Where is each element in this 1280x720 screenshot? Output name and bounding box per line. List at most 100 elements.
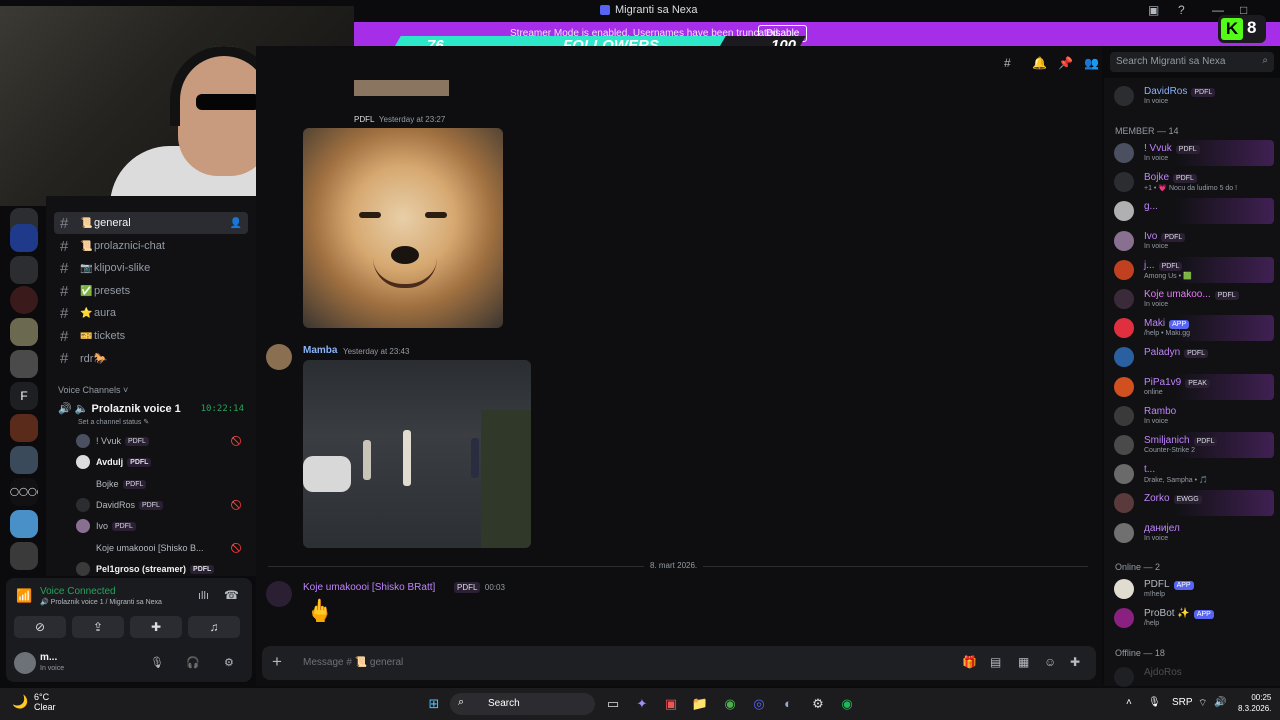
server-icon[interactable]: [10, 224, 38, 252]
member-item[interactable]: PDFL APP m!help: [1110, 576, 1274, 602]
steam-icon[interactable]: ◐: [779, 695, 797, 713]
threads-icon[interactable]: #: [1004, 56, 1011, 70]
wifi-icon[interactable]: ⌔: [1198, 697, 1207, 710]
tray-chevron-icon[interactable]: ˄: [1126, 697, 1132, 708]
server-icon[interactable]: [10, 286, 38, 314]
message-composer[interactable]: + Message # 📜 general 🎁 ▤ ▦ ☺ ✚: [262, 646, 1096, 680]
task-view-icon[interactable]: ▭: [604, 695, 622, 713]
member-item[interactable]: Maki APP/help • Maki.gg: [1110, 315, 1274, 342]
disconnect-icon[interactable]: ☎: [224, 588, 239, 602]
member-item[interactable]: Rambo In voice: [1110, 403, 1274, 429]
server-icon-f[interactable]: F: [10, 382, 38, 410]
search-input[interactable]: Search Migranti sa Nexa ⌕: [1110, 52, 1274, 72]
member-item[interactable]: Zorko EWGG: [1110, 490, 1274, 517]
voice-channel-prolaznik[interactable]: 🔊 🔈 Prolaznik voice 1: [58, 402, 181, 415]
weather-icon[interactable]: 🌙: [12, 694, 28, 710]
gift-icon[interactable]: 🎁: [962, 655, 977, 669]
camera-button[interactable]: ⊘: [14, 616, 66, 638]
voice-channels-heading[interactable]: Voice Channels ˅: [58, 385, 128, 395]
app-icon[interactable]: ▣: [662, 695, 680, 713]
gif-icon[interactable]: ▤: [990, 655, 1001, 669]
image-attachment[interactable]: [354, 80, 449, 96]
image-attachment-shiba[interactable]: [303, 128, 503, 328]
server-icon[interactable]: [10, 446, 38, 474]
server-icon[interactable]: [10, 350, 38, 378]
member-item[interactable]: Koje umakoo... PDFL In voice: [1110, 286, 1274, 312]
avatar[interactable]: [14, 652, 36, 674]
language-indicator[interactable]: SRP: [1172, 697, 1193, 708]
emoji-icon[interactable]: ☺: [1044, 655, 1056, 669]
member-item[interactable]: t... Drake, Sampha • 🎵: [1110, 461, 1274, 487]
member-list-icon[interactable]: 👥: [1084, 56, 1099, 70]
avatar[interactable]: [266, 581, 292, 607]
copilot-icon[interactable]: ✦: [633, 695, 651, 713]
weather-widget[interactable]: 6°C Clear: [34, 692, 56, 712]
member-item[interactable]: ProBot ✨ APP/help: [1110, 605, 1274, 631]
invite-icon[interactable]: 👤: [230, 218, 242, 229]
channel-aura[interactable]: # ⭐ aura: [54, 302, 248, 324]
member-item[interactable]: Smiljanich PDFL Counter-Strike 2: [1110, 432, 1274, 458]
bell-icon[interactable]: 🔔: [1032, 56, 1047, 70]
microphone-icon[interactable]: 🎙: [150, 656, 164, 669]
message-author[interactable]: Koje umakoooi [Shisko BRatt]: [303, 582, 435, 593]
channel-presets[interactable]: # ✅ presets: [54, 280, 248, 302]
voice-user[interactable]: Koje umakoooi [Shisko B... 🚫: [76, 539, 256, 557]
member-item[interactable]: PiPa1v9 PEAK online: [1110, 373, 1274, 400]
server-icon[interactable]: [10, 256, 38, 284]
channel-rdr[interactable]: # rdr🐎: [54, 347, 248, 369]
soundboard-button[interactable]: ♫: [188, 616, 240, 638]
start-icon[interactable]: ⊞: [425, 695, 443, 713]
taskbar-search[interactable]: ⌕ Search: [450, 693, 595, 715]
member-item[interactable]: j... PDFL Among Us • 🟩: [1110, 256, 1274, 283]
pin-icon[interactable]: 📌: [1058, 56, 1073, 70]
help-icon[interactable]: ?: [1178, 3, 1185, 17]
voice-user[interactable]: Bojke PDFL: [76, 475, 256, 493]
member-item[interactable]: g...: [1110, 198, 1274, 225]
avatar[interactable]: [266, 344, 292, 370]
member-item[interactable]: AjdoRos: [1110, 664, 1274, 690]
noise-suppression-icon[interactable]: ıllı: [198, 590, 209, 602]
server-icon[interactable]: [10, 318, 38, 346]
discord-icon[interactable]: ◎: [750, 695, 768, 713]
voice-user[interactable]: ! Vvuk PDFL 🚫: [76, 432, 256, 450]
activities-button[interactable]: ✚: [130, 616, 182, 638]
inbox-icon[interactable]: ▣: [1148, 3, 1159, 17]
app-icon[interactable]: ⚙: [809, 695, 827, 713]
server-icon[interactable]: [10, 510, 38, 538]
voice-user[interactable]: Avdulj PDFL: [76, 453, 256, 471]
settings-gear-icon[interactable]: ⚙: [224, 656, 234, 669]
spotify-icon[interactable]: ◉: [838, 695, 856, 713]
signal-icon[interactable]: 📶: [16, 588, 32, 604]
member-item[interactable]: Ivo PDFL In voice: [1110, 228, 1274, 254]
member-item[interactable]: DavidRos PDFL In voice: [1110, 83, 1274, 109]
voice-user[interactable]: Pel1groso (streamer) PDFL: [76, 560, 256, 578]
volume-icon[interactable]: 🔊: [1214, 697, 1226, 708]
message-input[interactable]: Message # 📜 general: [303, 657, 403, 668]
server-icon[interactable]: [10, 414, 38, 442]
member-item[interactable]: Paladyn PDFL: [1110, 344, 1274, 370]
server-icon[interactable]: [10, 542, 38, 570]
chrome-icon[interactable]: ◉: [721, 695, 739, 713]
audi-server-icon[interactable]: ◯◯◯◯: [10, 478, 38, 506]
message-author[interactable]: Mamba: [303, 345, 337, 356]
channel-prolaznici-chat[interactable]: # 📜 prolaznici-chat: [54, 235, 248, 257]
screenshare-button[interactable]: ⇪: [72, 616, 124, 638]
image-attachment-gta[interactable]: [303, 360, 531, 548]
microphone-icon[interactable]: 🎙: [1148, 697, 1161, 708]
member-item[interactable]: Bojke PDFL +1 • 💗 Nocu da ludimo 5 do !: [1110, 169, 1274, 195]
channel-klipovi-slike[interactable]: # 📷 klipovi-slike: [54, 257, 248, 279]
voice-user[interactable]: DavidRos PDFL 🚫: [76, 496, 256, 514]
apps-icon[interactable]: ✚: [1070, 655, 1080, 669]
add-attachment-icon[interactable]: +: [272, 652, 282, 672]
channel-general[interactable]: # 📜 general 👤: [54, 212, 248, 234]
voice-connected-channel[interactable]: 🔊 Prolaznik voice 1 / Migranti sa Nexa: [40, 598, 162, 606]
headphones-icon[interactable]: 🎧: [186, 656, 200, 669]
channel-tickets[interactable]: # 🎫 tickets: [54, 325, 248, 347]
voice-status-prompt[interactable]: Set a channel status ✎: [78, 418, 149, 426]
voice-user[interactable]: Ivo PDFL: [76, 517, 256, 535]
member-item[interactable]: данијел In voice: [1110, 520, 1274, 546]
sticker-icon[interactable]: ▦: [1018, 655, 1029, 669]
member-item[interactable]: ! Vvuk PDFL In voice: [1110, 140, 1274, 166]
clock[interactable]: 00:25 8.3.2026.: [1238, 692, 1271, 714]
file-explorer-icon[interactable]: 📁: [691, 695, 709, 713]
